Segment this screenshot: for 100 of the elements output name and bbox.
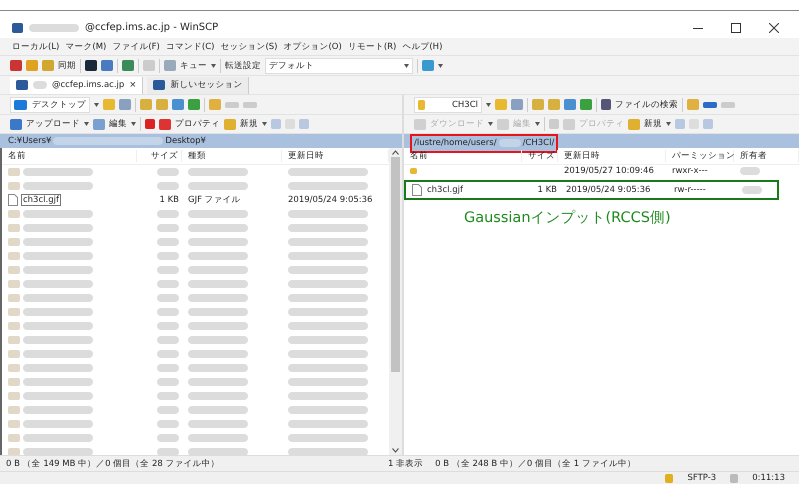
column-header[interactable]: サイズ: [137, 150, 182, 162]
file-type: GJF ファイル: [187, 194, 242, 206]
caret-icon[interactable]: [486, 102, 491, 106]
blurred-text: [157, 224, 179, 232]
blurred-text: [23, 322, 93, 330]
caret-icon[interactable]: [488, 122, 493, 126]
permissions: rw-r-----: [672, 185, 707, 195]
scroll-down-icon[interactable]: [392, 448, 399, 453]
blurred-text: [157, 294, 179, 302]
close-icon[interactable]: [769, 22, 779, 32]
blurred-text: [188, 280, 248, 288]
blurred-text: [157, 322, 179, 330]
toolbar-button[interactable]: 編集: [109, 118, 127, 130]
menu-item[interactable]: オプション(O): [281, 40, 344, 52]
blurred-text: [23, 224, 93, 232]
tab-label: @ccfep.ims.ac.jp: [52, 80, 124, 90]
menu-item[interactable]: ヘルプ(H): [400, 40, 444, 52]
location-dropdown[interactable]: デスクトップ: [10, 96, 90, 112]
blurred-text: [23, 364, 93, 372]
caret-icon[interactable]: [94, 102, 99, 106]
toolbar-button[interactable]: 新規: [240, 118, 258, 130]
blurred-text: [188, 238, 248, 246]
modified-date: 2019/05/24 9:05:36: [564, 185, 652, 195]
blurred-text: [157, 252, 179, 260]
path-text: /lustre/home/users/: [414, 138, 497, 148]
blurred-text: [23, 182, 93, 190]
blurred-text: [33, 81, 47, 89]
caret-icon[interactable]: [211, 64, 216, 68]
column-header[interactable]: 所有者: [734, 150, 799, 162]
highlighted-row[interactable]: ch3cl.gjf 1 KB 2019/05/24 9:05:36 rw-r-----: [404, 180, 779, 200]
close-tab-icon[interactable]: ×: [129, 80, 136, 90]
toolbar-button[interactable]: プロパティ: [175, 118, 220, 130]
blurred-text: [188, 294, 248, 302]
caret-icon[interactable]: [404, 64, 409, 68]
caret-icon[interactable]: [262, 122, 267, 126]
toolbar-button[interactable]: 新規: [644, 118, 662, 130]
blurred-text: [23, 378, 93, 386]
find-files-button[interactable]: ファイルの検索: [614, 98, 678, 110]
blurred-text: [742, 186, 762, 194]
blurred-text: [157, 420, 179, 428]
menu-item[interactable]: ファイル(F): [110, 40, 162, 52]
blurred-text: [23, 252, 93, 260]
blurred-text: [157, 238, 179, 246]
blurred-text: [188, 252, 248, 260]
scrollbar[interactable]: [388, 148, 402, 455]
caret-icon[interactable]: [438, 64, 443, 68]
blurred-text: [23, 210, 93, 218]
location-dropdown[interactable]: CH3Cl: [414, 96, 482, 112]
column-header[interactable]: パーミッション: [666, 150, 734, 162]
file-name[interactable]: ch3cl.gjf: [21, 194, 61, 206]
blurred-text: [188, 336, 248, 344]
blurred-text: [23, 434, 93, 442]
session-tab[interactable]: 新しいセッション: [147, 76, 250, 94]
permissions: rwxr-x---: [670, 166, 709, 176]
blurred-text: [157, 364, 179, 372]
blurred-text: [157, 182, 179, 190]
session-tab[interactable]: @ccfep.ims.ac.jp ×: [10, 76, 144, 94]
maximize-icon[interactable]: [731, 22, 741, 32]
blurred-text: [23, 392, 93, 400]
caret-icon[interactable]: [666, 122, 671, 126]
blurred-text: [23, 238, 93, 246]
caret-icon[interactable]: [534, 122, 540, 126]
blurred-text: [188, 210, 248, 218]
menu-item[interactable]: コマンド(C): [164, 40, 216, 52]
blurred-text: [157, 168, 179, 176]
blurred-text: [188, 392, 248, 400]
column-header[interactable]: 名前: [2, 150, 137, 162]
blurred-text: [23, 280, 93, 288]
transfer-settings-label: 転送設定: [225, 60, 261, 72]
queue-button[interactable]: キュー: [180, 60, 207, 72]
blurred-text: [188, 350, 248, 358]
blurred-text: [188, 434, 248, 442]
caret-icon[interactable]: [84, 122, 89, 126]
menu-item[interactable]: ローカル(L): [10, 40, 62, 52]
column-header[interactable]: 種類: [182, 150, 282, 162]
blurred-text: [498, 139, 521, 147]
blurred-text: [23, 294, 93, 302]
path-text: C:¥Users¥: [8, 136, 52, 146]
caret-icon[interactable]: [131, 122, 136, 126]
blurred-text: [157, 406, 179, 414]
blurred-text: [23, 266, 93, 274]
column-header[interactable]: 更新日時: [558, 150, 666, 162]
path-text: Desktop¥: [165, 136, 206, 146]
blurred-text: [23, 350, 93, 358]
menu-item[interactable]: セッション(S): [218, 40, 280, 52]
blurred-text: [157, 266, 179, 274]
blurred-text: [29, 24, 79, 32]
blurred-text: [188, 420, 248, 428]
file-name[interactable]: ch3cl.gjf: [424, 184, 465, 196]
toolbar-button[interactable]: アップロード: [26, 118, 80, 130]
scroll-up-icon[interactable]: [392, 150, 399, 155]
column-header[interactable]: 名前: [404, 150, 522, 162]
menu-item[interactable]: リモート(R): [346, 40, 398, 52]
transfer-settings-dropdown[interactable]: デフォルト: [265, 58, 413, 74]
column-header[interactable]: サイズ: [522, 150, 558, 162]
blurred-text: [188, 308, 248, 316]
menu-item[interactable]: マーク(M): [63, 40, 108, 52]
blurred-text: [188, 322, 248, 330]
sync-button[interactable]: 同期: [58, 60, 76, 72]
blurred-text: [157, 350, 179, 358]
